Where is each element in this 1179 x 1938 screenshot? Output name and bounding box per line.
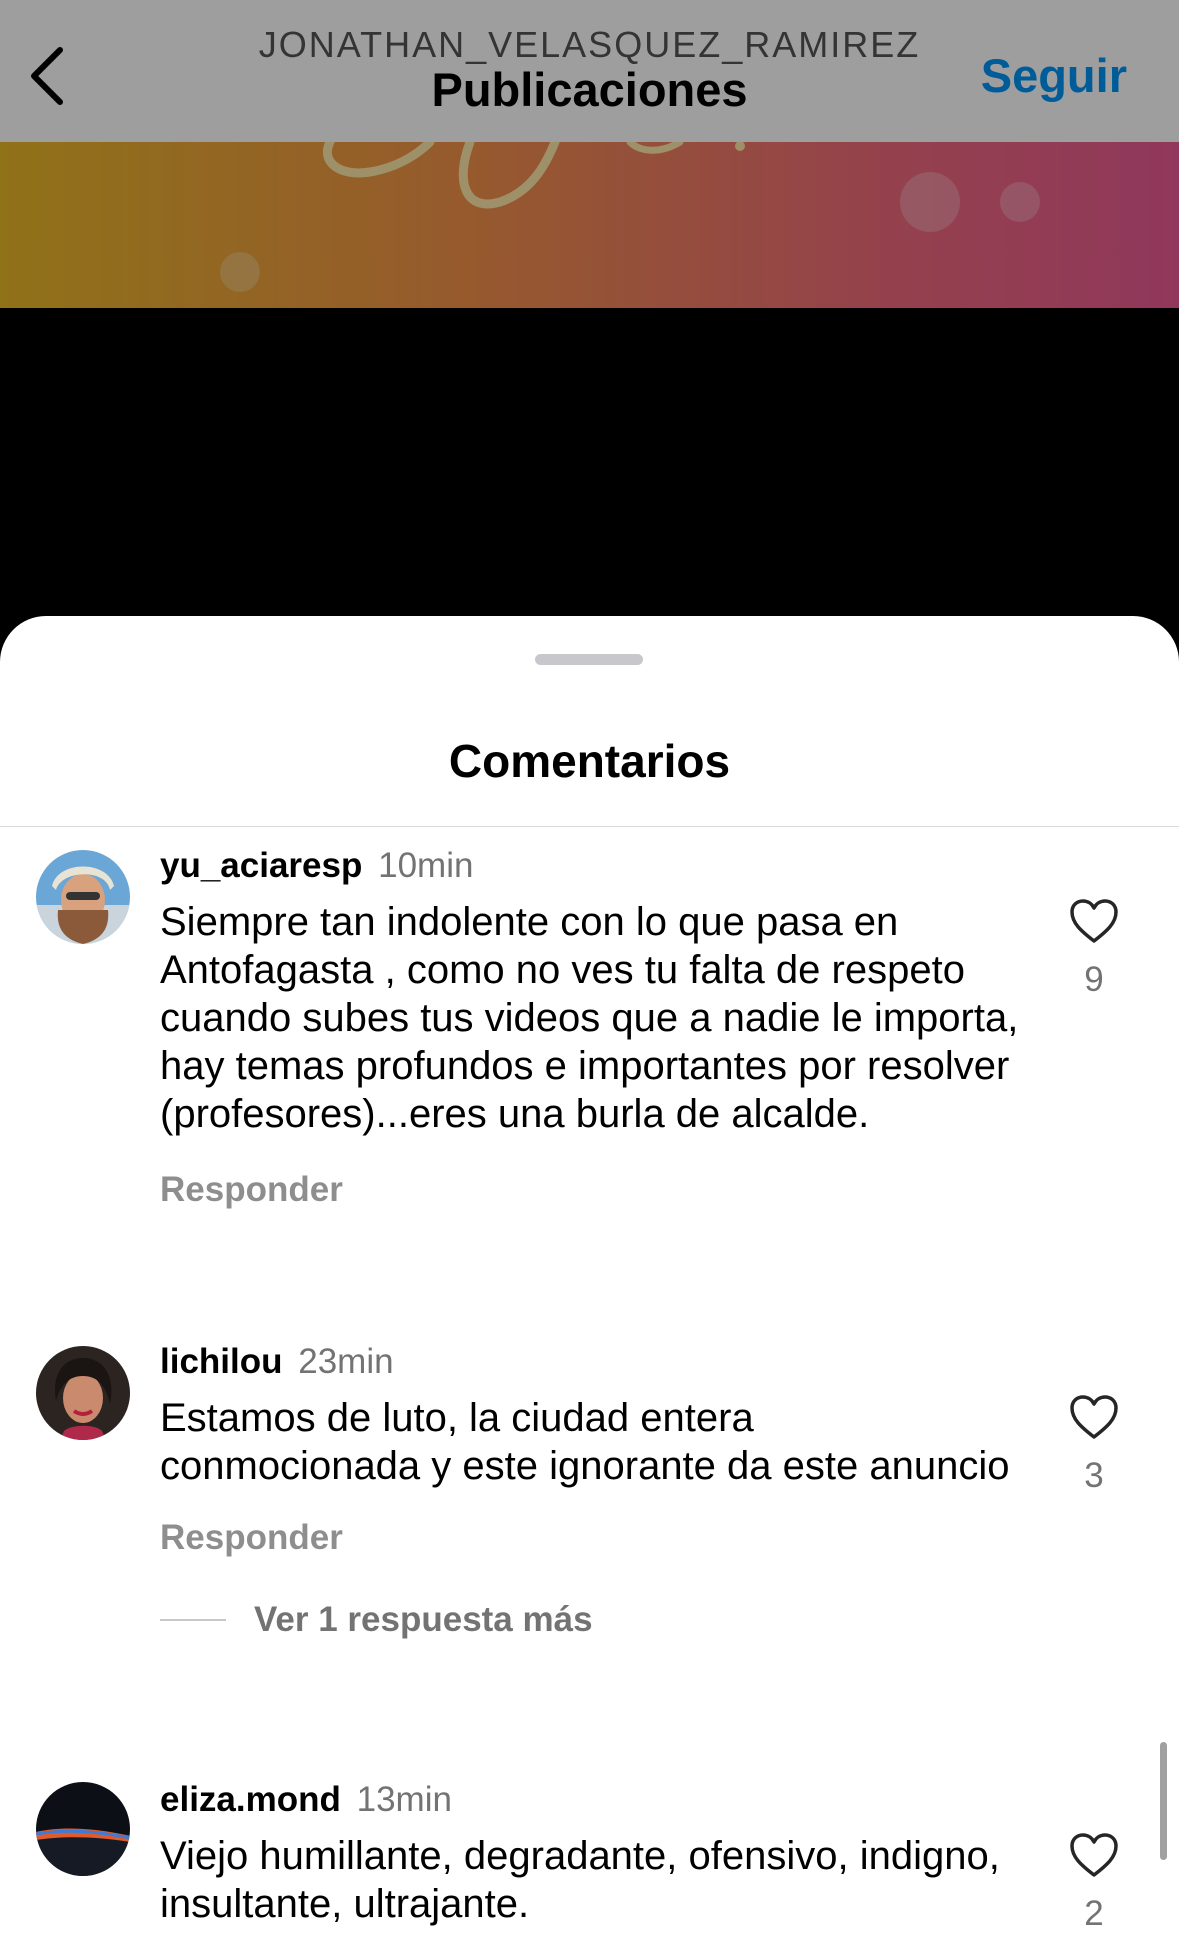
- like-count: 9: [1084, 960, 1104, 999]
- heart-icon: [1069, 1832, 1119, 1881]
- comment-username[interactable]: yu_aciaresp: [160, 846, 362, 885]
- reply-button[interactable]: Responder: [160, 1170, 343, 1210]
- sheet-grabber[interactable]: [535, 654, 643, 665]
- comment-time: 23min: [298, 1342, 394, 1381]
- comments-title: Comentarios: [448, 735, 731, 787]
- comment-time: 10min: [378, 846, 474, 885]
- avatar[interactable]: [36, 1782, 130, 1876]
- like-button[interactable]: [1066, 896, 1122, 948]
- comments-sheet: Comentarios yu_aciaresp 10min Siempre ta…: [0, 616, 1179, 1938]
- like-count: 2: [1084, 1894, 1104, 1933]
- comment-text: Estamos de luto, la ciudad entera conmoc…: [160, 1396, 1010, 1488]
- comment-header: yu_aciaresp 10min: [160, 846, 473, 886]
- divider: [0, 826, 1179, 827]
- reply-thread-line: [160, 1619, 226, 1621]
- scrollbar[interactable]: [1160, 1742, 1167, 1860]
- avatar[interactable]: [36, 1346, 130, 1440]
- comment-username[interactable]: eliza.mond: [160, 1780, 341, 1819]
- comment-username[interactable]: lichilou: [160, 1342, 283, 1381]
- modal-dim-overlay[interactable]: [0, 0, 1179, 640]
- heart-icon: [1069, 1394, 1119, 1443]
- comment-text: Siempre tan indolente con lo que pasa en…: [160, 900, 1019, 1136]
- heart-icon: [1069, 898, 1119, 947]
- like-button[interactable]: [1066, 1392, 1122, 1444]
- comment-text: Viejo humillante, degradante, ofensivo, …: [160, 1834, 1000, 1926]
- like-count: 3: [1084, 1456, 1104, 1495]
- view-more-replies[interactable]: Ver 1 respuesta más: [160, 1600, 593, 1640]
- comment-header: eliza.mond 13min: [160, 1780, 452, 1820]
- comment-header: lichilou 23min: [160, 1342, 394, 1382]
- like-button[interactable]: [1066, 1830, 1122, 1882]
- comment-time: 13min: [356, 1780, 452, 1819]
- reply-button[interactable]: Responder: [160, 1518, 343, 1558]
- avatar[interactable]: [36, 850, 130, 944]
- view-more-replies-button[interactable]: Ver 1 respuesta más: [254, 1600, 593, 1640]
